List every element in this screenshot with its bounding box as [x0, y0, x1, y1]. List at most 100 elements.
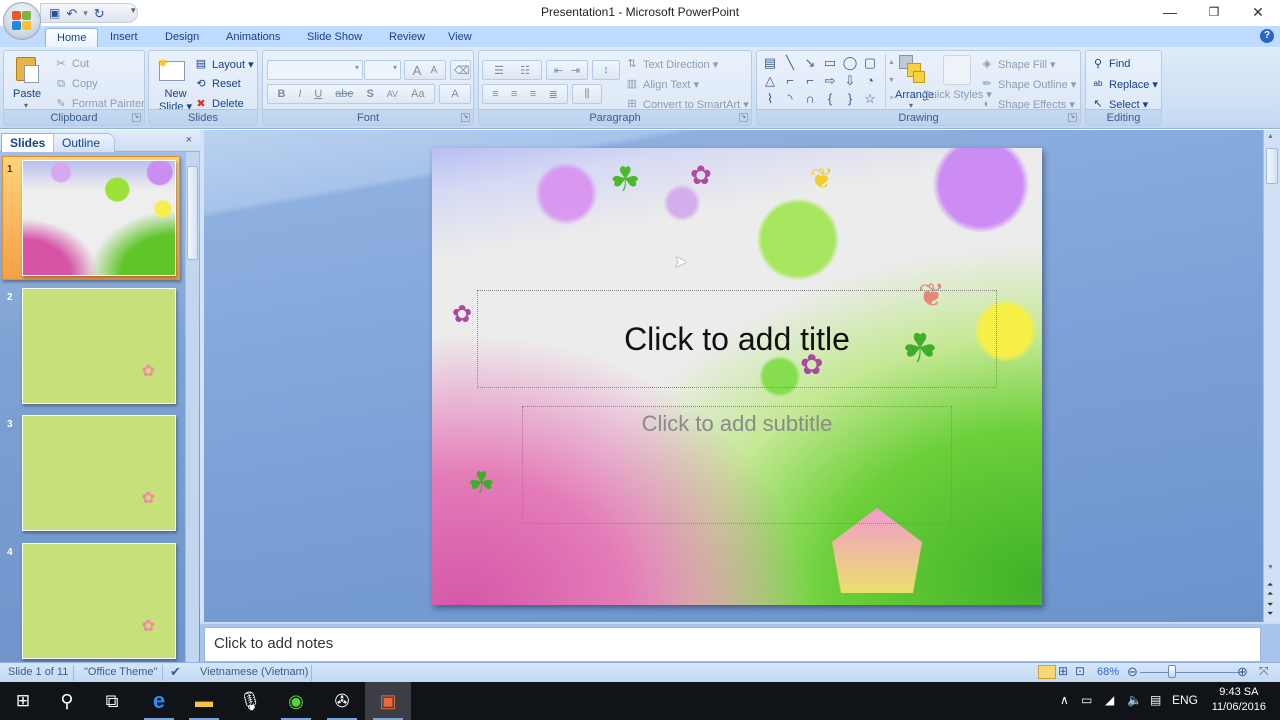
system-clock[interactable]: 9:43 SA 11/06/2016: [1212, 685, 1266, 715]
reset-button[interactable]: ⟲ Reset: [194, 77, 240, 91]
slide-show-button[interactable]: ⊡: [1075, 664, 1085, 678]
shape-fill-button[interactable]: ◈ Shape Fill ▾: [980, 57, 1056, 71]
zoom-slider[interactable]: [1140, 672, 1240, 673]
edge-browser-icon[interactable]: e: [136, 682, 182, 720]
bullets-button[interactable]: ☰: [494, 64, 504, 77]
character-spacing-button[interactable]: AV: [387, 89, 398, 99]
strikethrough-button[interactable]: abe: [335, 88, 353, 100]
shape-gallery-item[interactable]: △: [761, 72, 779, 90]
zoom-level[interactable]: 68%: [1097, 666, 1119, 678]
bold-button[interactable]: B: [277, 88, 285, 100]
language-indicator[interactable]: Vietnamese (Vietnam): [200, 666, 308, 678]
paste-button[interactable]: Paste: [13, 88, 41, 100]
tab-slide-show[interactable]: Slide Show: [297, 28, 372, 47]
align-right-button[interactable]: ≡: [530, 88, 536, 100]
shape-gallery-item[interactable]: {: [821, 90, 839, 108]
input-language[interactable]: ENG: [1172, 693, 1198, 707]
shape-gallery-item[interactable]: ▤: [761, 54, 779, 72]
font-size-combo[interactable]: [364, 60, 401, 80]
current-slide[interactable]: ☘ ✿ ❦ ❦ ✿ ✿ ☘ ☘ Click to add title Click…: [432, 148, 1042, 605]
underline-button[interactable]: U: [314, 88, 322, 100]
shape-gallery-item[interactable]: }: [841, 90, 859, 108]
volume-icon[interactable]: 🔈: [1127, 693, 1142, 707]
line-spacing-button[interactable]: ↕: [592, 60, 620, 80]
office-button[interactable]: [3, 2, 41, 40]
task-view-icon[interactable]: ⧉: [89, 682, 135, 720]
slide-sorter-button[interactable]: ⊞: [1058, 664, 1068, 678]
tab-home[interactable]: Home: [45, 28, 99, 47]
tab-review[interactable]: Review: [379, 28, 435, 47]
align-center-button[interactable]: ≡: [511, 88, 517, 100]
shape-gallery-item[interactable]: ◝: [781, 90, 799, 108]
shape-gallery-item[interactable]: ◔: [861, 72, 879, 90]
increase-indent-button[interactable]: ⇥: [571, 64, 580, 77]
previous-slide-button[interactable]: ⏶ ⏶: [1267, 580, 1273, 598]
shape-gallery-item[interactable]: ▭: [821, 54, 839, 72]
file-explorer-icon[interactable]: ▬: [181, 682, 227, 720]
scrollbar-thumb[interactable]: [1266, 148, 1278, 184]
media-player-icon[interactable]: ✇: [319, 682, 365, 720]
shape-gallery-item[interactable]: ⌐: [801, 72, 819, 90]
shape-outline-button[interactable]: ✏ Shape Outline ▾: [980, 77, 1076, 91]
start-button[interactable]: ⊞: [0, 682, 46, 720]
zoom-in-button[interactable]: ⊕: [1237, 664, 1248, 680]
normal-view-button[interactable]: [1038, 665, 1056, 679]
title-placeholder[interactable]: Click to add title: [477, 290, 997, 388]
find-button[interactable]: ⚲ Find: [1091, 57, 1130, 71]
font-name-combo[interactable]: [267, 60, 363, 80]
copy-button[interactable]: ⧉ Copy: [54, 77, 98, 91]
zoom-slider-thumb[interactable]: [1168, 665, 1177, 678]
replace-button[interactable]: ab Replace ▾: [1091, 77, 1158, 91]
slide-vertical-scrollbar[interactable]: ▲ ▼ ⏶ ⏶ ⏷ ⏷: [1263, 130, 1280, 622]
decrease-indent-button[interactable]: ⇤: [554, 64, 563, 77]
powerpoint-taskbar-icon[interactable]: ▣: [365, 682, 411, 720]
shape-gallery-item[interactable]: ☆: [861, 90, 879, 108]
shape-gallery-item[interactable]: ⌐: [781, 72, 799, 90]
slides-pane-scrollbar[interactable]: [185, 152, 199, 662]
text-direction-button[interactable]: ⇅ Text Direction ▾: [625, 57, 718, 71]
shadow-button[interactable]: S: [366, 88, 373, 100]
voice-recorder-icon[interactable]: 🎙: [227, 682, 273, 720]
align-left-button[interactable]: ≡: [492, 88, 498, 100]
cut-button[interactable]: ✂ Cut: [54, 57, 89, 71]
notes-input[interactable]: Click to add notes: [204, 627, 1261, 662]
spell-check-icon[interactable]: ✔: [170, 664, 181, 680]
quick-styles-button[interactable]: Quick Styles ▾: [922, 89, 992, 101]
scrollbar-thumb[interactable]: [187, 166, 198, 260]
font-dialog-launcher[interactable]: ↘: [461, 113, 470, 122]
shape-gallery-item[interactable]: ▢: [861, 54, 879, 72]
search-icon[interactable]: ⚲: [44, 682, 90, 720]
tab-design[interactable]: Design: [155, 28, 209, 47]
clipboard-dialog-launcher[interactable]: ↘: [132, 113, 141, 122]
coccoc-browser-icon[interactable]: ◉: [273, 682, 319, 720]
close-pane-icon[interactable]: ×: [186, 134, 192, 146]
tab-view[interactable]: View: [438, 28, 482, 47]
paragraph-dialog-launcher[interactable]: ↘: [739, 113, 748, 122]
shape-gallery-item[interactable]: ⇩: [841, 72, 859, 90]
clear-formatting-button[interactable]: ⌫: [450, 60, 471, 80]
shape-gallery-item[interactable]: ⇨: [821, 72, 839, 90]
shape-gallery-item[interactable]: ∩: [801, 90, 819, 108]
show-hidden-icons[interactable]: ∧: [1060, 693, 1069, 707]
shape-gallery-item[interactable]: ⌇: [761, 90, 779, 108]
wifi-icon[interactable]: ◢: [1105, 693, 1114, 707]
drawing-dialog-launcher[interactable]: ↘: [1068, 113, 1077, 122]
help-icon[interactable]: ?: [1260, 29, 1274, 43]
tab-insert[interactable]: Insert: [100, 28, 148, 47]
layout-button[interactable]: ▤ Layout ▾: [194, 57, 254, 71]
justify-button[interactable]: ≣: [549, 88, 558, 101]
close-button[interactable]: ✕: [1236, 0, 1280, 26]
align-text-button[interactable]: ▥ Align Text ▾: [625, 77, 699, 91]
next-slide-button[interactable]: ⏷ ⏷: [1267, 600, 1273, 618]
tab-slides[interactable]: Slides: [1, 133, 55, 152]
tab-outline[interactable]: Outline: [53, 133, 116, 152]
numbering-button[interactable]: ☷: [520, 64, 530, 77]
shrink-font-button[interactable]: A: [431, 65, 438, 76]
grow-font-button[interactable]: A: [413, 63, 422, 78]
scroll-down-icon[interactable]: ▼: [1267, 564, 1274, 571]
font-color-button[interactable]: A: [439, 84, 471, 104]
zoom-out-button[interactable]: ⊖: [1127, 664, 1138, 680]
shape-gallery-item[interactable]: ◯: [841, 54, 859, 72]
subtitle-placeholder[interactable]: Click to add subtitle: [522, 406, 952, 524]
scroll-up-icon[interactable]: ▲: [1267, 133, 1274, 140]
